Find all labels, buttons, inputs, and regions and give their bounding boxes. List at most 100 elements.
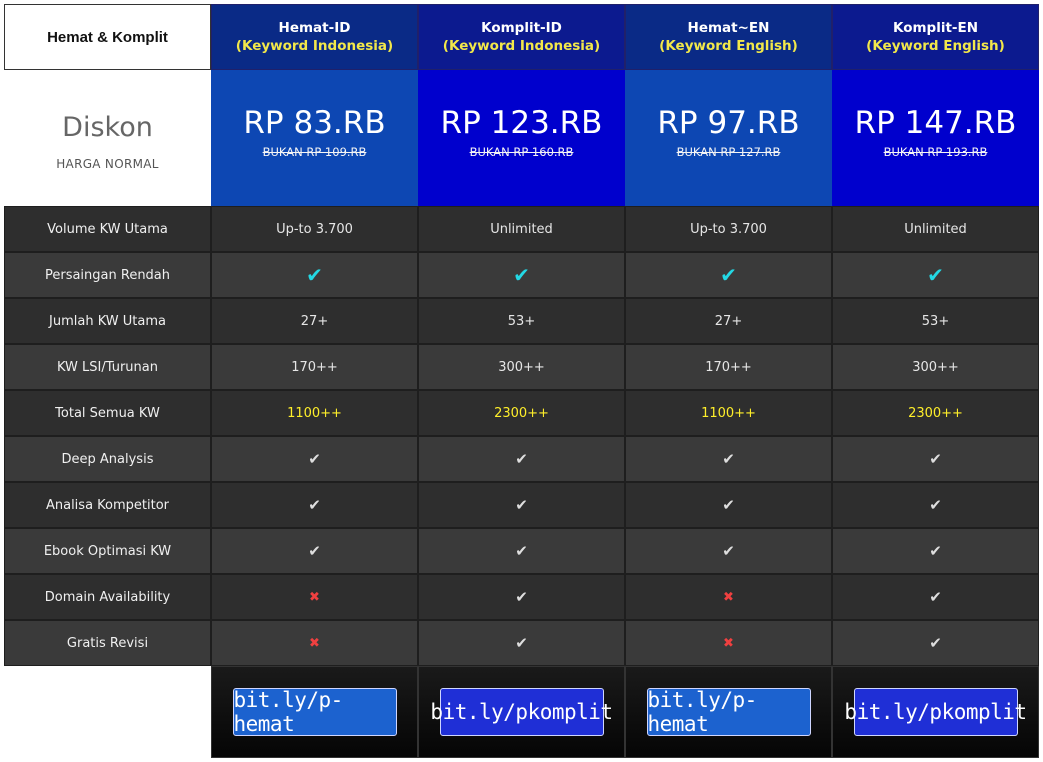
discount-title: Diskon (62, 111, 153, 143)
feature-value-cell: ✔ (832, 482, 1039, 528)
discount-price: RP 123.RB (440, 105, 603, 141)
cross-icon: ✖ (723, 589, 734, 605)
plan-name: Komplit-EN (892, 20, 979, 36)
plan-name: Komplit-ID (481, 20, 562, 36)
feature-value-cell: ✔ (832, 620, 1039, 666)
price-cell-2: RP 123.RB BUKAN RP 160.RB (418, 70, 625, 206)
feature-value-cell: ✔ (418, 436, 625, 482)
feature-value: Up-to 3.700 (276, 221, 353, 237)
footer-cell-4: bit.ly/pkomplit (832, 666, 1039, 758)
price-cell-3: RP 97.RB BUKAN RP 127.RB (625, 70, 832, 206)
feature-value-cell: 1100++ (211, 390, 418, 436)
feature-value-cell: ✔ (418, 482, 625, 528)
order-link-button-4[interactable]: bit.ly/pkomplit (844, 688, 1027, 736)
feature-value-cell: Up-to 3.700 (625, 206, 832, 252)
plan-name: Hemat-ID (278, 20, 351, 36)
price-row-label: Diskon HARGA NORMAL (4, 70, 211, 206)
feature-value-cell: ✔ (211, 528, 418, 574)
feature-value-cell: ✔ (832, 528, 1039, 574)
cross-icon: ✖ (723, 635, 734, 651)
order-link-button-2[interactable]: bit.ly/pkomplit (430, 688, 613, 736)
feature-value: 300++ (498, 359, 545, 375)
check-icon: ✔ (308, 496, 321, 514)
feature-value-cell: 170++ (625, 344, 832, 390)
feature-label: Domain Availability (4, 574, 211, 620)
feature-value-cell: ✔ (625, 252, 832, 298)
cross-icon: ✖ (309, 635, 320, 651)
footer-cell-3: bit.ly/p-hemat (625, 666, 832, 758)
feature-value: 1100++ (701, 405, 756, 421)
feature-value: 27+ (714, 313, 743, 329)
order-link-button-1[interactable]: bit.ly/p-hemat (232, 688, 397, 736)
plan-keyword-language: (Keyword Indonesia) (442, 38, 601, 54)
feature-value-cell: ✔ (625, 528, 832, 574)
check-icon: ✔ (515, 496, 528, 514)
plan-keyword-language: (Keyword English) (659, 38, 798, 54)
footer-spacer (4, 666, 211, 758)
check-icon: ✔ (515, 450, 528, 468)
check-icon: ✔ (927, 263, 944, 287)
check-icon: ✔ (929, 542, 942, 560)
feature-value-cell: ✔ (418, 620, 625, 666)
footer-cell-2: bit.ly/pkomplit (418, 666, 625, 758)
feature-value: 2300++ (494, 405, 549, 421)
feature-label: KW LSI/Turunan (4, 344, 211, 390)
feature-value: 53+ (507, 313, 536, 329)
feature-value-cell: ✔ (418, 528, 625, 574)
order-link-button-3[interactable]: bit.ly/p-hemat (646, 688, 811, 736)
feature-label: Ebook Optimasi KW (4, 528, 211, 574)
feature-label: Total Semua KW (4, 390, 211, 436)
feature-value-cell: 300++ (418, 344, 625, 390)
feature-value-cell: Up-to 3.700 (211, 206, 418, 252)
check-icon: ✔ (308, 450, 321, 468)
feature-value-cell: ✔ (832, 252, 1039, 298)
check-icon: ✔ (515, 588, 528, 606)
feature-value-cell: 27+ (625, 298, 832, 344)
feature-value-cell: Unlimited (832, 206, 1039, 252)
feature-value: 170++ (291, 359, 338, 375)
check-icon: ✔ (308, 542, 321, 560)
feature-value-cell: 170++ (211, 344, 418, 390)
check-icon: ✔ (722, 542, 735, 560)
feature-value-cell: ✔ (832, 574, 1039, 620)
feature-value-cell: 2300++ (832, 390, 1039, 436)
feature-value: 170++ (705, 359, 752, 375)
feature-value-cell: 300++ (832, 344, 1039, 390)
plan-keyword-language: (Keyword English) (866, 38, 1005, 54)
price-cell-1: RP 83.RB BUKAN RP 109.RB (211, 70, 418, 206)
feature-value-cell: ✔ (625, 436, 832, 482)
feature-value-cell: 53+ (418, 298, 625, 344)
pricing-table: Hemat & Komplit Hemat-ID (Keyword Indonesi… (4, 4, 1039, 758)
feature-value-cell: ✖ (211, 574, 418, 620)
feature-value: 300++ (912, 359, 959, 375)
feature-value-cell: 1100++ (625, 390, 832, 436)
pricing-comparison-page: Hemat & Komplit Hemat-ID (Keyword Indonesi… (0, 0, 1043, 762)
feature-value-cell: Unlimited (418, 206, 625, 252)
discount-price: RP 83.RB (243, 105, 386, 141)
check-icon: ✔ (513, 263, 530, 287)
check-icon: ✔ (515, 634, 528, 652)
feature-label: Volume KW Utama (4, 206, 211, 252)
plan-header-1: Hemat-ID (Keyword Indonesia) (211, 4, 418, 70)
plan-header-3: Hemat~EN (Keyword English) (625, 4, 832, 70)
feature-value: Unlimited (490, 221, 553, 237)
feature-value: 2300++ (908, 405, 963, 421)
feature-value-cell: ✔ (211, 252, 418, 298)
normal-price: BUKAN RP 160.RB (469, 145, 574, 159)
check-icon: ✔ (722, 450, 735, 468)
cross-icon: ✖ (309, 589, 320, 605)
feature-value: 27+ (300, 313, 329, 329)
feature-value: Up-to 3.700 (690, 221, 767, 237)
feature-value-cell: 53+ (832, 298, 1039, 344)
feature-label: Deep Analysis (4, 436, 211, 482)
check-icon: ✔ (306, 263, 323, 287)
feature-value-cell: ✔ (418, 574, 625, 620)
plan-keyword-language: (Keyword Indonesia) (235, 38, 394, 54)
check-icon: ✔ (929, 588, 942, 606)
check-icon: ✔ (720, 263, 737, 287)
check-icon: ✔ (929, 450, 942, 468)
normal-price: BUKAN RP 109.RB (262, 145, 367, 159)
check-icon: ✔ (929, 496, 942, 514)
check-icon: ✔ (929, 634, 942, 652)
normal-price: BUKAN RP 127.RB (676, 145, 781, 159)
